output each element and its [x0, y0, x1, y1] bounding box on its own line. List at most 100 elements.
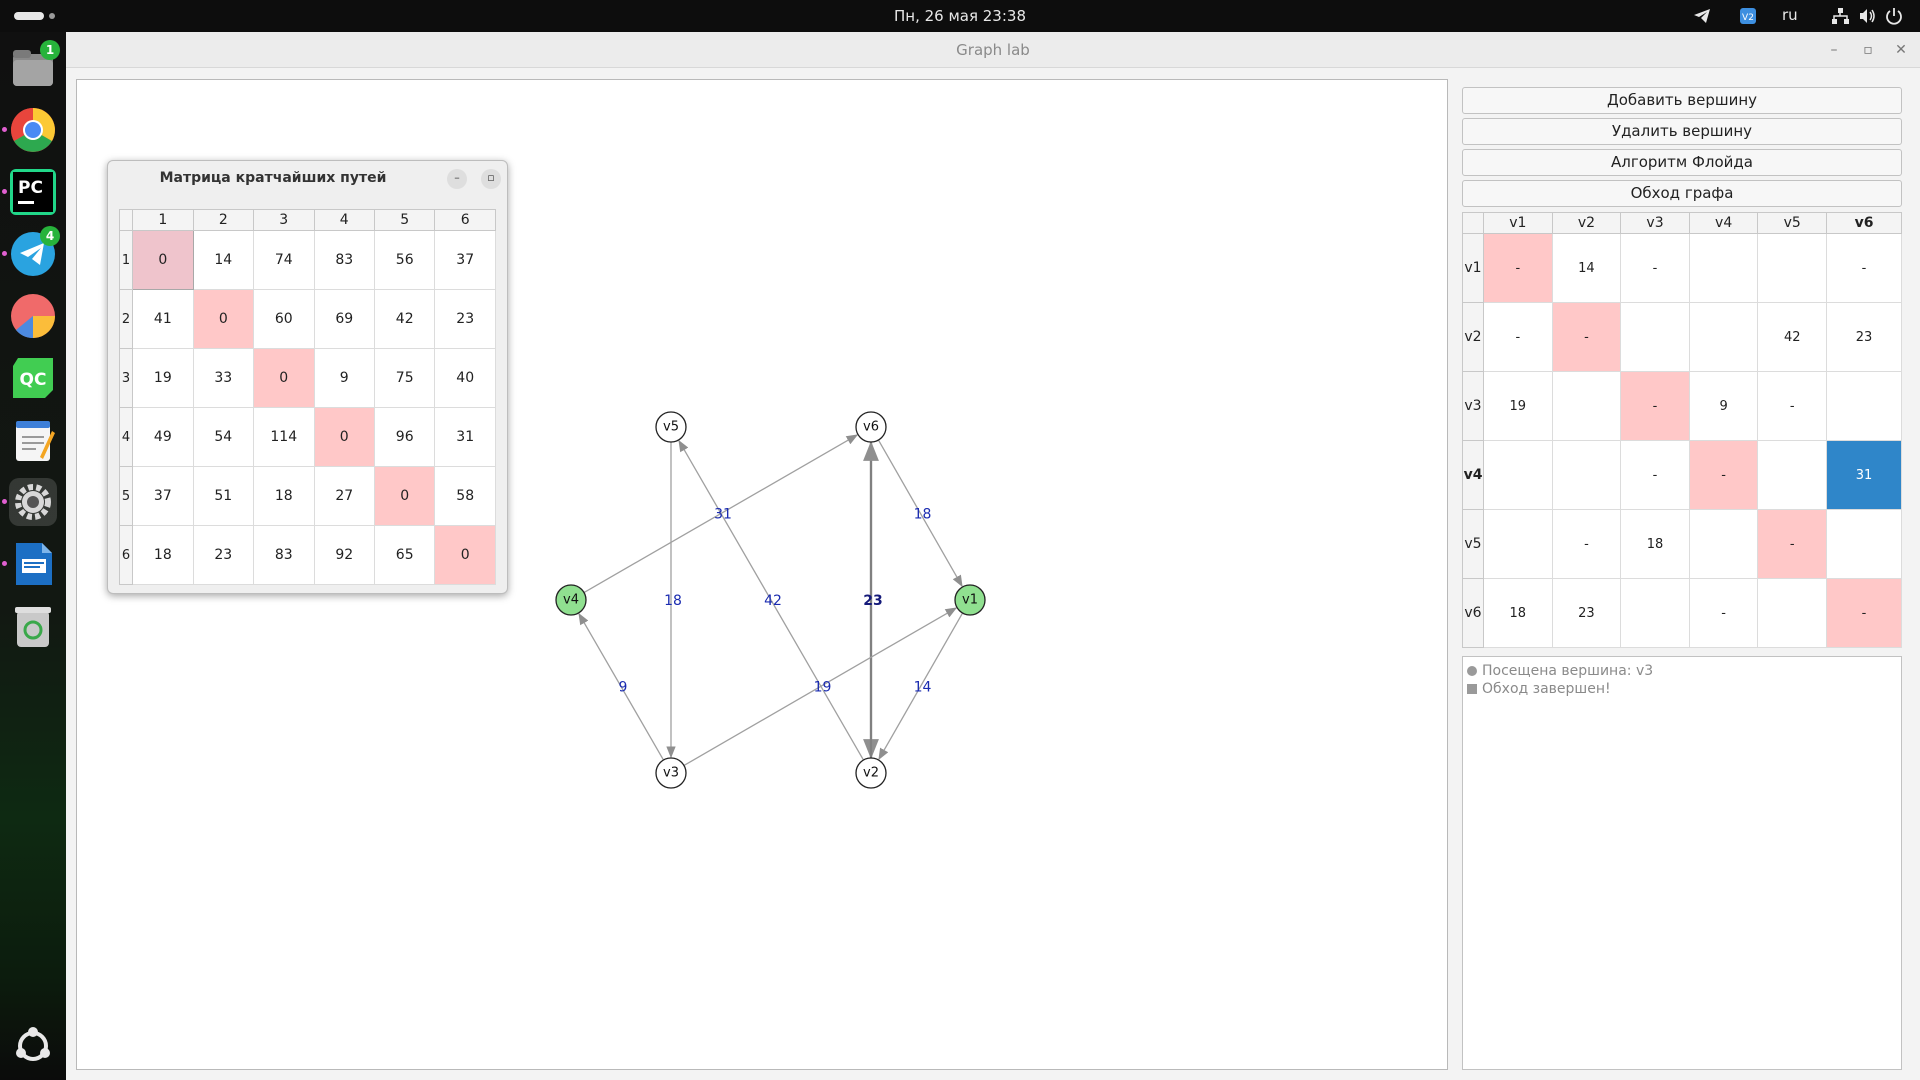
adjacency-cell[interactable]: 42: [1757, 302, 1828, 372]
matrix-row-header[interactable]: 4: [118, 407, 134, 467]
adjacency-row-header[interactable]: v1: [1462, 233, 1484, 303]
matrix-cell[interactable]: 42: [373, 289, 436, 349]
floyd-algorithm-button[interactable]: Алгоритм Флойда: [1462, 149, 1902, 176]
pycharm-icon[interactable]: PC: [2, 168, 57, 216]
text-editor-icon[interactable]: [9, 416, 57, 464]
matrix-column-header[interactable]: 2: [192, 209, 255, 231]
adjacency-cell[interactable]: -: [1826, 233, 1902, 303]
matrix-cell[interactable]: 83: [253, 525, 315, 585]
shortest-paths-matrix[interactable]: 123456 1 0 14 74 83 56 37 2 41 0 60 69 42 23 3 19 33 0 9 75…: [118, 209, 496, 585]
dialog-minimize-button[interactable]: –: [447, 169, 467, 189]
adjacency-cell[interactable]: [1826, 509, 1902, 579]
matrix-cell[interactable]: 37: [434, 230, 496, 290]
minimize-icon[interactable]: –: [1824, 40, 1844, 60]
matrix-row-header[interactable]: 6: [118, 525, 134, 585]
adjacency-matrix[interactable]: v1 v2 v3 v4 v5 v6 v1-14- - v2- -42 23 v3 19-9- v4- -3…: [1462, 212, 1902, 648]
power-icon[interactable]: [1884, 6, 1904, 26]
matrix-cell[interactable]: 18: [132, 525, 194, 585]
matrix-column-header[interactable]: 6: [434, 209, 496, 231]
vertex-v5[interactable]: v5: [655, 411, 687, 443]
matrix-cell[interactable]: 114: [253, 407, 315, 467]
pie-app-icon[interactable]: [9, 292, 57, 340]
matrix-cell[interactable]: 0: [373, 466, 436, 526]
clock[interactable]: Пн, 26 мая 23:38: [0, 7, 1920, 25]
vertex-v2[interactable]: v2: [855, 757, 887, 789]
matrix-cell[interactable]: 40: [434, 348, 496, 408]
telegram-icon[interactable]: 4: [2, 226, 60, 278]
matrix-cell[interactable]: 65: [373, 525, 436, 585]
matrix-cell[interactable]: 69: [313, 289, 375, 349]
adjacency-cell[interactable]: -: [1620, 233, 1690, 303]
adjacency-cell[interactable]: -: [1757, 371, 1828, 441]
matrix-cell[interactable]: 0: [313, 407, 375, 467]
adjacency-row-header[interactable]: v5: [1462, 509, 1484, 579]
matrix-column-header[interactable]: 5: [373, 209, 436, 231]
adjacency-cell[interactable]: 14: [1551, 233, 1622, 303]
matrix-column-header[interactable]: 3: [253, 209, 315, 231]
matrix-cell[interactable]: 51: [192, 466, 255, 526]
graph-canvas[interactable]: 31 18 42 23 18 9 19 14 v1 v2 v3 v4 v5 v6 Матрица кра…: [76, 79, 1448, 1070]
matrix-cell[interactable]: 9: [313, 348, 375, 408]
adjacency-cell[interactable]: [1757, 578, 1828, 648]
graph-traversal-button[interactable]: Обход графа: [1462, 180, 1902, 207]
adjacency-cell[interactable]: -: [1688, 578, 1759, 648]
adjacency-cell[interactable]: 31: [1826, 440, 1902, 510]
settings-icon[interactable]: [2, 478, 57, 526]
adjacency-column-header[interactable]: v4: [1688, 212, 1759, 234]
adjacency-column-header[interactable]: v6: [1826, 212, 1902, 234]
log-panel[interactable]: Посещена вершина: v3 Обход завершен!: [1462, 656, 1902, 1070]
matrix-cell[interactable]: 33: [192, 348, 255, 408]
adjacency-column-header[interactable]: v1: [1483, 212, 1553, 234]
matrix-cell[interactable]: 49: [132, 407, 194, 467]
adjacency-cell[interactable]: [1483, 509, 1553, 579]
adjacency-row-header[interactable]: v6: [1462, 578, 1484, 648]
matrix-cell[interactable]: 31: [434, 407, 496, 467]
matrix-cell[interactable]: 0: [132, 230, 194, 290]
matrix-cell[interactable]: 75: [373, 348, 436, 408]
telegram-tray-icon[interactable]: [1692, 6, 1712, 26]
dialog-maximize-button[interactable]: ▫: [481, 169, 501, 189]
matrix-cell[interactable]: 18: [253, 466, 315, 526]
adjacency-cell[interactable]: [1688, 302, 1759, 372]
adjacency-cell[interactable]: -: [1620, 371, 1690, 441]
matrix-cell[interactable]: 92: [313, 525, 375, 585]
adjacency-cell[interactable]: -: [1551, 509, 1622, 579]
matrix-row-header[interactable]: 3: [118, 348, 134, 408]
adjacency-cell[interactable]: 18: [1483, 578, 1553, 648]
files-icon[interactable]: 1: [9, 40, 60, 92]
shortest-paths-dialog[interactable]: Матрица кратчайших путей – ▫ 123456 1 0 14…: [107, 160, 508, 594]
matrix-cell[interactable]: 23: [434, 289, 496, 349]
adjacency-cell[interactable]: -: [1620, 440, 1690, 510]
adjacency-cell[interactable]: 18: [1620, 509, 1690, 579]
adjacency-cell[interactable]: 19: [1483, 371, 1553, 441]
adjacency-cell[interactable]: 9: [1688, 371, 1759, 441]
adjacency-cell[interactable]: [1551, 371, 1622, 441]
matrix-cell[interactable]: 41: [132, 289, 194, 349]
matrix-cell[interactable]: 0: [253, 348, 315, 408]
matrix-cell[interactable]: 83: [313, 230, 375, 290]
chrome-icon[interactable]: [2, 106, 57, 154]
trash-icon[interactable]: [9, 602, 57, 650]
matrix-row-header[interactable]: 5: [118, 466, 134, 526]
adjacency-row-header[interactable]: v2: [1462, 302, 1484, 372]
adjacency-cell[interactable]: [1688, 509, 1759, 579]
matrix-row-header[interactable]: 2: [118, 289, 134, 349]
adjacency-cell[interactable]: -: [1757, 509, 1828, 579]
keyboard-layout[interactable]: ru: [1782, 6, 1798, 24]
title-bar[interactable]: Graph lab – ▫ ✕: [66, 32, 1920, 68]
show-apps-icon[interactable]: [9, 1022, 57, 1070]
matrix-row-header[interactable]: 1: [118, 230, 134, 290]
add-vertex-button[interactable]: Добавить вершину: [1462, 87, 1902, 114]
network-icon[interactable]: [1830, 6, 1850, 26]
matrix-cell[interactable]: 14: [192, 230, 255, 290]
matrix-cell[interactable]: 0: [434, 525, 496, 585]
volume-icon[interactable]: [1857, 6, 1877, 26]
adjacency-cell[interactable]: [1483, 440, 1553, 510]
writer-icon[interactable]: [2, 540, 57, 588]
qt-creator-icon[interactable]: QC: [9, 354, 57, 402]
matrix-cell[interactable]: 60: [253, 289, 315, 349]
vertex-v3[interactable]: v3: [655, 757, 687, 789]
adjacency-cell[interactable]: -: [1688, 440, 1759, 510]
matrix-cell[interactable]: 27: [313, 466, 375, 526]
adjacency-cell[interactable]: [1688, 233, 1759, 303]
